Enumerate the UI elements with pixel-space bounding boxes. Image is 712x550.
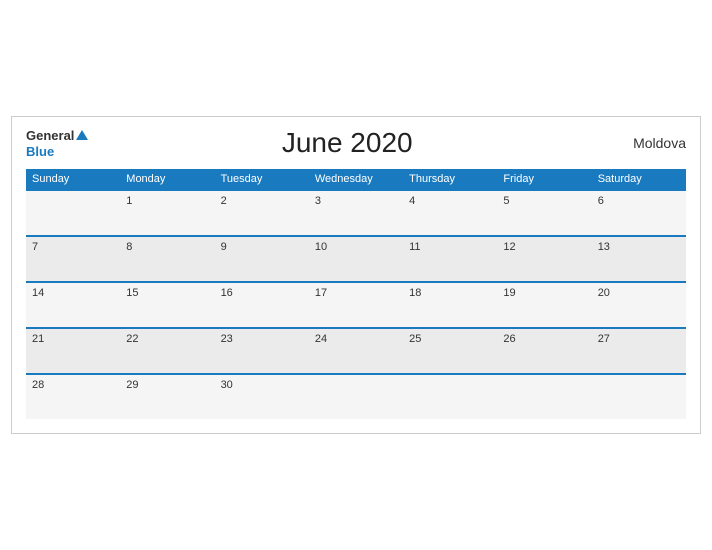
day-number: 26: [503, 333, 515, 345]
day-number: 12: [503, 241, 515, 253]
calendar-table: SundayMondayTuesdayWednesdayThursdayFrid…: [26, 169, 686, 419]
calendar-cell: 18: [403, 282, 497, 328]
week-row-3: 21 22 23 24 25 26 27: [26, 328, 686, 374]
day-number: 2: [221, 195, 227, 207]
calendar-cell: 3: [309, 190, 403, 236]
calendar-cell: 21: [26, 328, 120, 374]
calendar-cell: 17: [309, 282, 403, 328]
calendar-cell: 24: [309, 328, 403, 374]
calendar-cell: 23: [215, 328, 309, 374]
calendar-header-row: SundayMondayTuesdayWednesdayThursdayFrid…: [26, 169, 686, 190]
calendar-cell: [309, 374, 403, 419]
day-number: 18: [409, 287, 421, 299]
day-number: 11: [409, 241, 420, 253]
calendar-title: June 2020: [88, 127, 606, 159]
logo-blue-text: Blue: [26, 145, 88, 159]
day-number: 7: [32, 241, 38, 253]
day-number: 25: [409, 333, 421, 345]
calendar-cell: 10: [309, 236, 403, 282]
calendar-body: 1234567891011121314151617181920212223242…: [26, 190, 686, 419]
calendar-cell: 22: [120, 328, 214, 374]
calendar-cell: 26: [497, 328, 591, 374]
day-number: 29: [126, 379, 138, 391]
calendar-cell: 15: [120, 282, 214, 328]
weekday-header-row: SundayMondayTuesdayWednesdayThursdayFrid…: [26, 169, 686, 190]
calendar-header: General Blue June 2020 Moldova: [26, 127, 686, 159]
weekday-header-sunday: Sunday: [26, 169, 120, 190]
day-number: 23: [221, 333, 233, 345]
calendar-cell: 1: [120, 190, 214, 236]
calendar-cell: 5: [497, 190, 591, 236]
calendar-cell: 4: [403, 190, 497, 236]
weekday-header-tuesday: Tuesday: [215, 169, 309, 190]
calendar-cell: 11: [403, 236, 497, 282]
calendar-cell: 8: [120, 236, 214, 282]
day-number: 13: [598, 241, 610, 253]
week-row-1: 7 8 9 10 11 12 13: [26, 236, 686, 282]
day-number: 4: [409, 195, 415, 207]
day-number: 5: [503, 195, 509, 207]
calendar-cell: 20: [592, 282, 686, 328]
calendar-cell: 19: [497, 282, 591, 328]
weekday-header-thursday: Thursday: [403, 169, 497, 190]
weekday-header-saturday: Saturday: [592, 169, 686, 190]
calendar-cell: 25: [403, 328, 497, 374]
calendar-cell: 28: [26, 374, 120, 419]
day-number: 28: [32, 379, 44, 391]
calendar-cell: 27: [592, 328, 686, 374]
weekday-header-wednesday: Wednesday: [309, 169, 403, 190]
day-number: 17: [315, 287, 327, 299]
calendar-cell: [403, 374, 497, 419]
week-row-0: 1 2 3 4 5 6: [26, 190, 686, 236]
day-number: 22: [126, 333, 138, 345]
calendar-cell: 9: [215, 236, 309, 282]
weekday-header-friday: Friday: [497, 169, 591, 190]
calendar: General Blue June 2020 Moldova SundayMon…: [11, 116, 701, 434]
calendar-cell: [592, 374, 686, 419]
calendar-cell: 7: [26, 236, 120, 282]
day-number: 8: [126, 241, 132, 253]
day-number: 19: [503, 287, 515, 299]
day-number: 6: [598, 195, 604, 207]
weekday-header-monday: Monday: [120, 169, 214, 190]
calendar-cell: 16: [215, 282, 309, 328]
day-number: 10: [315, 241, 327, 253]
day-number: 21: [32, 333, 44, 345]
week-row-2: 14 15 16 17 18 19 20: [26, 282, 686, 328]
calendar-cell: 14: [26, 282, 120, 328]
day-number: 20: [598, 287, 610, 299]
day-number: 27: [598, 333, 610, 345]
day-number: 1: [126, 195, 132, 207]
country-label: Moldova: [606, 135, 686, 151]
day-number: 24: [315, 333, 327, 345]
calendar-cell: [26, 190, 120, 236]
calendar-cell: [497, 374, 591, 419]
calendar-cell: 12: [497, 236, 591, 282]
calendar-cell: 6: [592, 190, 686, 236]
day-number: 9: [221, 241, 227, 253]
week-row-4: 28 29 30: [26, 374, 686, 419]
calendar-cell: 29: [120, 374, 214, 419]
calendar-cell: 2: [215, 190, 309, 236]
calendar-cell: 30: [215, 374, 309, 419]
day-number: 3: [315, 195, 321, 207]
day-number: 30: [221, 379, 233, 391]
day-number: 15: [126, 287, 138, 299]
day-number: 16: [221, 287, 233, 299]
logo-triangle-icon: [76, 130, 88, 140]
logo-general-text: General: [26, 127, 88, 145]
logo: General Blue: [26, 127, 88, 159]
calendar-cell: 13: [592, 236, 686, 282]
day-number: 14: [32, 287, 44, 299]
